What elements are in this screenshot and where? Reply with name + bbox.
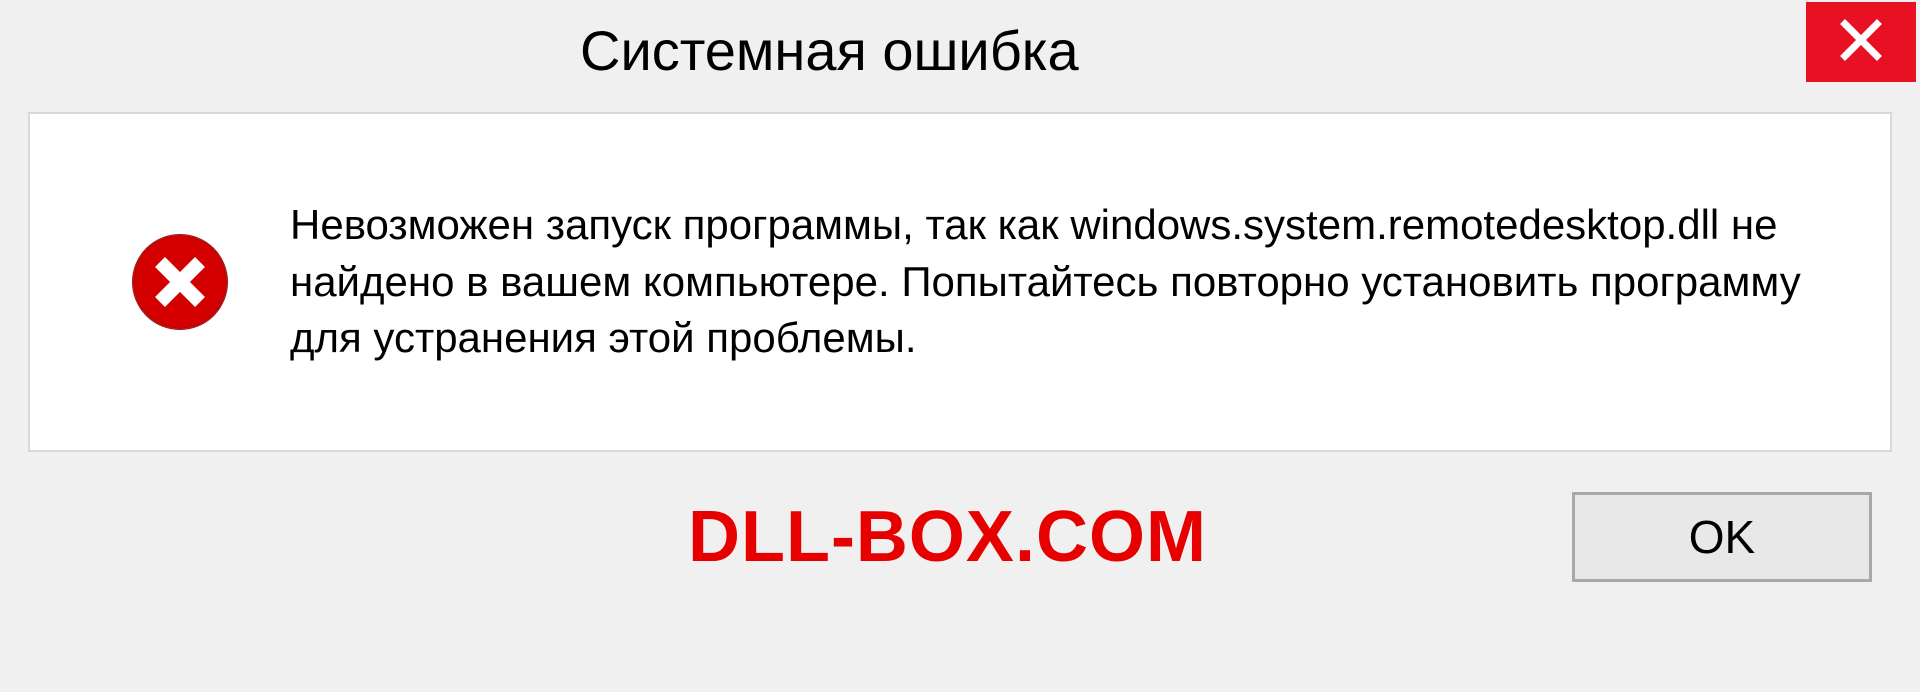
error-dialog: Системная ошибка Невозможен запуск прогр… <box>0 0 1920 692</box>
ok-button[interactable]: OK <box>1572 492 1872 582</box>
error-message: Невозможен запуск программы, так как win… <box>290 197 1830 367</box>
ok-button-label: OK <box>1689 510 1755 564</box>
close-button[interactable] <box>1806 2 1916 82</box>
titlebar: Системная ошибка <box>0 0 1920 100</box>
dialog-title: Системная ошибка <box>0 0 1079 83</box>
footer: DLL-BOX.COM OK <box>0 452 1920 582</box>
error-icon <box>130 232 230 332</box>
close-icon <box>1839 18 1883 67</box>
watermark-text: DLL-BOX.COM <box>48 496 1207 578</box>
content-area: Невозможен запуск программы, так как win… <box>28 112 1892 452</box>
